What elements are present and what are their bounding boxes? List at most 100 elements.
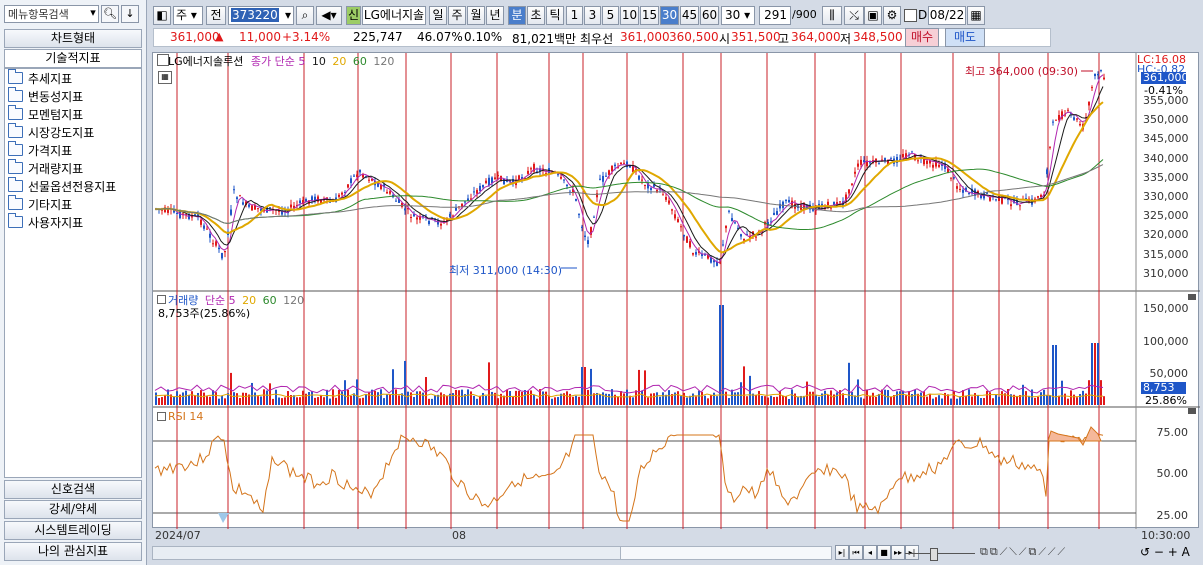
period-button-0[interactable]: 일 <box>429 6 447 25</box>
date-input[interactable]: 08/22 <box>928 6 966 25</box>
candle-body <box>956 186 958 189</box>
volume-bar <box>926 396 928 405</box>
candle-body <box>200 219 202 225</box>
d-checkbox[interactable] <box>904 9 917 22</box>
period-button-4[interactable]: 분 <box>508 6 526 25</box>
candle-body <box>338 194 340 197</box>
ma5-label: 5 <box>298 55 306 68</box>
period-button-6[interactable]: 틱 <box>546 6 564 25</box>
tree-item[interactable]: 선물옵션전용지표 <box>8 177 116 196</box>
tab-my-indicators[interactable]: 나의 관심지표 <box>4 542 142 561</box>
tree-item[interactable]: 변동성지표 <box>8 87 83 106</box>
candle-body <box>503 178 505 185</box>
candle-body <box>482 185 484 188</box>
candle-body <box>989 197 991 201</box>
tree-item[interactable]: 추세지표 <box>8 69 72 88</box>
minute-button-45[interactable]: 45 <box>680 6 699 25</box>
tree-item[interactable]: 기타지표 <box>8 195 72 214</box>
volume-bar <box>545 391 547 405</box>
minute-select[interactable]: 30 ▾ <box>721 6 755 25</box>
tab-signal-search[interactable]: 신호검색 <box>4 480 142 499</box>
candle-icon[interactable]: ⫼ <box>822 6 842 25</box>
volume-bar <box>323 397 325 405</box>
rsi-expand-icon[interactable] <box>157 412 166 421</box>
panel-close-icon[interactable] <box>1188 408 1196 414</box>
search-icon[interactable]: ⌕ <box>296 6 314 25</box>
minute-button-10[interactable]: 10 <box>620 6 639 25</box>
nav-play-icon[interactable]: ▸▸ <box>891 545 905 560</box>
volume-bar <box>1061 380 1063 405</box>
volume-bar <box>275 389 277 405</box>
volume-bar <box>953 391 955 405</box>
volume-bar <box>440 392 442 405</box>
minute-button-1[interactable]: 1 <box>566 6 583 25</box>
minute-button-30[interactable]: 30 <box>660 6 679 25</box>
volume-bar <box>905 395 907 405</box>
tab-chart-type[interactable]: 차트형태 <box>4 29 142 48</box>
period-select[interactable]: 주 ▾ <box>173 6 203 25</box>
tab-technical[interactable]: 기술적지표 <box>4 49 142 68</box>
x-start-label: 2024/07 <box>155 529 201 542</box>
volume-bar <box>557 397 559 405</box>
volume-bar <box>344 380 346 405</box>
tree-item[interactable]: 모멘텀지표 <box>8 105 83 124</box>
tree-item[interactable]: 거래량지표 <box>8 159 83 178</box>
table-icon[interactable]: ▦ <box>158 71 172 84</box>
dropdown-icon[interactable]: ▾ <box>84 5 102 23</box>
save-icon[interactable]: ▣ <box>864 6 882 25</box>
zoom-slider[interactable] <box>905 546 975 561</box>
volume-bar <box>1076 397 1078 405</box>
nav-stop-icon[interactable]: ■ <box>877 545 891 560</box>
candle-body <box>461 203 463 207</box>
candle-body <box>467 198 469 201</box>
period-button-3[interactable]: 년 <box>486 6 504 25</box>
buy-button[interactable]: 매수 <box>905 28 939 47</box>
nav-rewind-icon[interactable]: ⏮ <box>849 545 863 560</box>
search-icon[interactable]: 🔍︎ <box>101 5 119 23</box>
minute-button-3[interactable]: 3 <box>584 6 601 25</box>
volume-bar <box>806 381 808 405</box>
code-input[interactable]: 373220 ▾ <box>228 6 294 25</box>
candle-body <box>860 159 862 165</box>
trend-icon[interactable]: ⤯ <box>844 6 864 25</box>
down-arrow-icon[interactable]: ↓ <box>121 5 139 23</box>
calendar-icon[interactable]: ▦ <box>967 6 985 25</box>
tool-icons[interactable]: ⧉⧉⟋⟍⟋⧉⟋⟋⟋ <box>980 545 1067 559</box>
count-input[interactable]: 291 <box>759 6 791 25</box>
scrollbar-thumb[interactable] <box>620 546 832 560</box>
sell-button[interactable]: 매도 <box>945 28 985 47</box>
chart-area[interactable] <box>152 52 1200 529</box>
candle-body <box>206 228 208 230</box>
tab-strength[interactable]: 강세/약세 <box>4 500 142 519</box>
volume-bar <box>182 392 184 405</box>
tab-system-trading[interactable]: 시스템트레이딩 <box>4 521 142 540</box>
volume-bar <box>1025 391 1027 405</box>
period-button-1[interactable]: 주 <box>448 6 466 25</box>
zoom-controls[interactable]: ↺ − + A <box>1140 545 1190 559</box>
layout-icon[interactable]: ◧ <box>153 6 171 25</box>
tree-item[interactable]: 사용자지표 <box>8 213 83 232</box>
nav-prev-icon[interactable]: ◂ <box>863 545 877 560</box>
minute-button-15[interactable]: 15 <box>640 6 659 25</box>
tree-item[interactable]: 시장강도지표 <box>8 123 94 142</box>
ma20-line <box>154 101 1104 254</box>
volume-bar <box>1016 396 1018 405</box>
nav-first-icon[interactable]: ▸| <box>835 545 849 560</box>
candle-body <box>587 240 589 244</box>
volume-expand-icon[interactable] <box>157 295 166 304</box>
jeon-button[interactable]: 전 <box>206 6 226 25</box>
volume-bar <box>551 398 553 405</box>
tree-item[interactable]: 가격지표 <box>8 141 72 160</box>
candle-body <box>1076 118 1078 120</box>
candle-body <box>437 220 439 225</box>
volume-bar <box>194 395 196 405</box>
period-button-2[interactable]: 월 <box>467 6 485 25</box>
low-label: 저 <box>840 32 852 46</box>
minute-button-60[interactable]: 60 <box>700 6 719 25</box>
minute-button-5[interactable]: 5 <box>602 6 619 25</box>
speaker-icon[interactable]: ◀▾ <box>316 6 342 25</box>
candle-body <box>995 199 997 201</box>
gear-icon[interactable]: ⚙ <box>883 6 901 25</box>
panel-close-icon[interactable] <box>1188 294 1196 300</box>
period-button-5[interactable]: 초 <box>527 6 545 25</box>
